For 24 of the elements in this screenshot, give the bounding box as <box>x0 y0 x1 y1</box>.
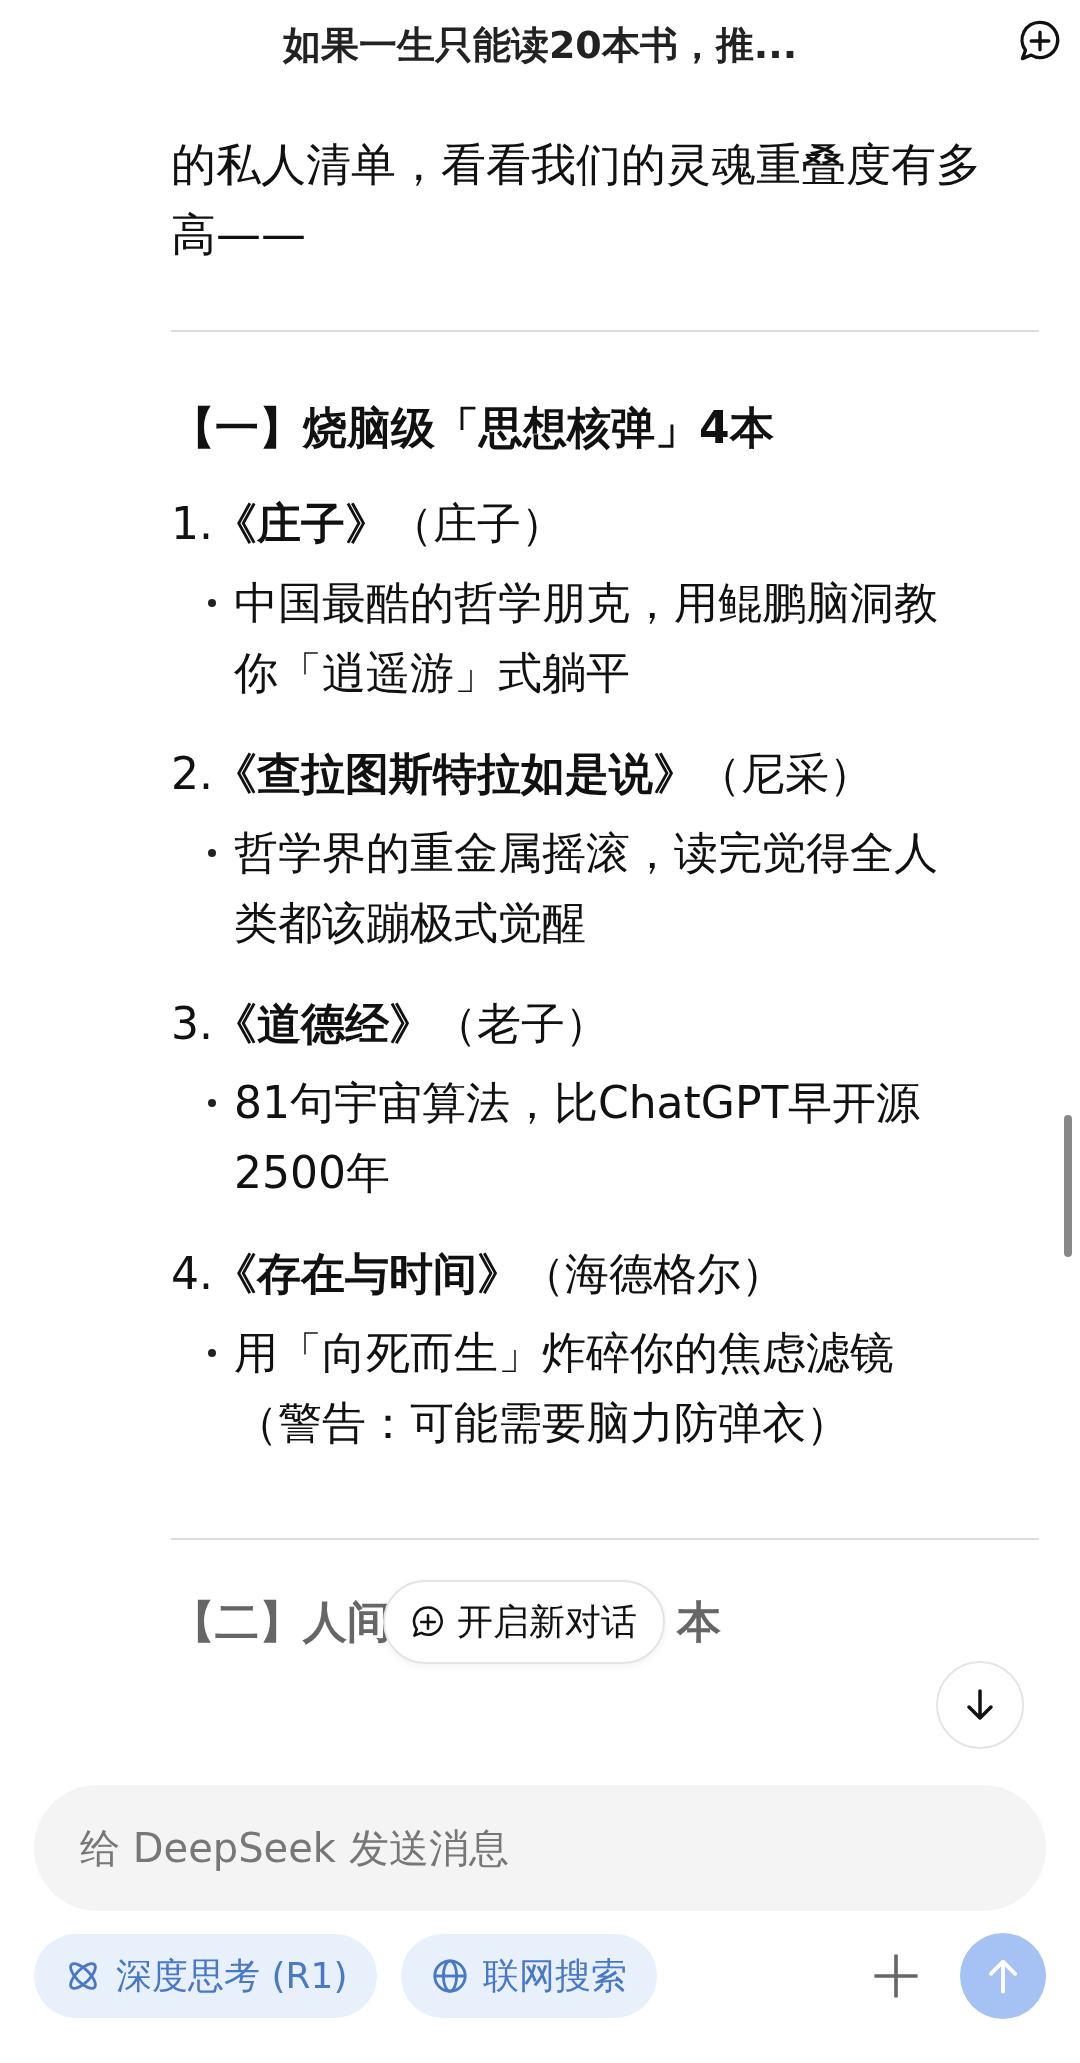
section-heading: 【一】烧脑级「思想核弹」4本 <box>171 401 775 455</box>
book-note: 81句宇宙算法，比ChatGPT早开源2500年 <box>234 1076 922 1200</box>
bullet-icon <box>208 849 216 857</box>
bullet-icon <box>208 599 216 607</box>
book-title: 3.《道德经》（老子） <box>171 997 610 1051</box>
bullet-icon <box>208 1099 216 1107</box>
book-title: 2.《查拉图斯特拉如是说》（尼采） <box>171 747 874 801</box>
section-heading: 本 <box>677 1595 721 1649</box>
book-title: 4.《存在与时间》（海德格尔） <box>171 1247 786 1301</box>
book-note: 哲学界的重金属摇滚，读完觉得全人类都该蹦极式觉醒 <box>234 826 939 950</box>
book-note: 用「向死而生」炸碎你的焦虑滤镜（警告：可能需要脑力防弹衣） <box>234 1326 895 1450</box>
mode-toggle[interactable]: 深度思考 (R1) <box>34 1934 378 2018</box>
new-chat-icon <box>411 1605 445 1639</box>
book-note: 中国最酷的哲学朋克，用鲲鹏脑洞教你「逍遥游」式躺平 <box>234 576 939 700</box>
new-chat-icon[interactable] <box>1018 19 1062 63</box>
plus-icon[interactable] <box>872 1952 920 2000</box>
globe-icon <box>431 1957 470 1995</box>
mode-toggle[interactable]: 联网搜索 <box>401 1934 658 2018</box>
chat-title: 如果一生只能读20本书，推... <box>282 21 798 69</box>
book-title: 1.《庄子》（庄子） <box>171 497 566 551</box>
intro-paragraph: 的私人清单，看看我们的灵魂重叠度有多 高—— <box>171 137 982 263</box>
message-input[interactable]: 给 DeepSeek 发送消息 <box>34 1785 1046 1911</box>
scrollbar[interactable] <box>1064 1115 1072 1257</box>
bullet-icon <box>208 1349 216 1357</box>
